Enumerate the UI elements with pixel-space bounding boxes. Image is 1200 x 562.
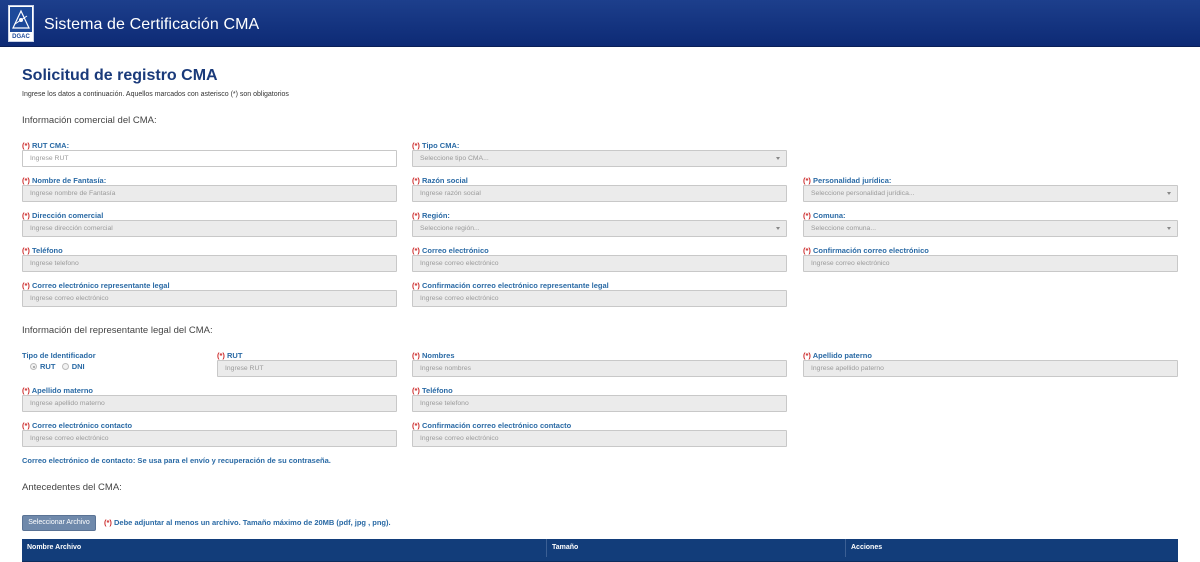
nombres-input[interactable]: Ingrese nombres xyxy=(412,360,787,377)
label-correo: (*) Correo electrónico xyxy=(412,246,489,255)
files-table-header: Nombre Archivo Tamaño Acciones xyxy=(22,539,1178,562)
app-title: Sistema de Certificación CMA xyxy=(44,16,260,33)
page-title: Solicitud de registro CMA xyxy=(22,67,218,84)
correo-input[interactable]: Ingrese correo electrónico xyxy=(412,255,787,272)
label-rut-cma: (*) RUT CMA: xyxy=(22,141,70,150)
column-header-file-name[interactable]: Nombre Archivo xyxy=(22,539,547,557)
razon-social-input[interactable]: Ingrese razón social xyxy=(412,185,787,202)
tipo-cma-select[interactable]: Seleccione tipo CMA... xyxy=(412,150,787,167)
radio-rut[interactable]: RUT xyxy=(30,362,55,371)
radio-dni[interactable]: DNI xyxy=(61,362,85,371)
radio-unchecked-icon xyxy=(61,363,69,370)
rut-input[interactable]: Ingrese RUT xyxy=(217,360,397,377)
contact-email-note: Correo electrónico de contacto: Se usa p… xyxy=(22,456,331,465)
radio-checked-icon xyxy=(30,363,37,370)
label-apellido-materno: (*) Apellido materno xyxy=(22,386,93,395)
apellido-materno-input[interactable]: Ingrese apellido materno xyxy=(22,395,397,412)
label-confirmacion-correo-rep-legal: (*) Confirmación correo electrónico repr… xyxy=(412,281,609,290)
tipo-identificador-radio-group: RUT DNI xyxy=(30,362,85,371)
nombre-fantasia-input[interactable]: Ingrese nombre de Fantasía xyxy=(22,185,397,202)
label-tipo-identificador: Tipo de Identificador xyxy=(22,351,96,360)
chevron-down-icon xyxy=(1167,192,1171,195)
section-title-background: Antecedentes del CMA: xyxy=(22,482,122,493)
label-nombres: (*) Nombres xyxy=(412,351,455,360)
column-header-size[interactable]: Tamaño xyxy=(547,539,846,557)
label-personalidad-juridica: (*) Personalidad jurídica: xyxy=(803,176,892,185)
personalidad-juridica-select[interactable]: Seleccione personalidad jurídica... xyxy=(803,185,1178,202)
select-file-button[interactable]: Seleccionar Archivo xyxy=(22,515,96,531)
region-select[interactable]: Seleccione región... xyxy=(412,220,787,237)
confirmacion-correo-contacto-input[interactable]: Ingrese correo electrónico xyxy=(412,430,787,447)
label-region: (*) Región: xyxy=(412,211,450,220)
correo-contacto-input[interactable]: Ingrese correo electrónico xyxy=(22,430,397,447)
confirmacion-correo-input[interactable]: Ingrese correo electrónico xyxy=(803,255,1178,272)
label-nombre-fantasia: (*) Nombre de Fantasía: xyxy=(22,176,107,185)
label-razon-social: (*) Razón social xyxy=(412,176,468,185)
label-tipo-cma: (*) Tipo CMA: xyxy=(412,141,460,150)
section-title-commercial: Información comercial del CMA: xyxy=(22,115,157,126)
chevron-down-icon xyxy=(776,227,780,230)
label-rut: (*) RUT xyxy=(217,351,243,360)
label-telefono-rep: (*) Teléfono xyxy=(412,386,453,395)
label-direccion-comercial: (*) Dirección comercial xyxy=(22,211,104,220)
svg-text:DGAC: DGAC xyxy=(12,34,30,40)
chevron-down-icon xyxy=(776,157,780,160)
upload-note: (*) Debe adjuntar al menos un archivo. T… xyxy=(104,518,391,527)
label-confirmacion-correo: (*) Confirmación correo electrónico xyxy=(803,246,929,255)
section-title-legal-rep: Información del representante legal del … xyxy=(22,325,213,336)
label-correo-contacto: (*) Correo electrónico contacto xyxy=(22,421,133,430)
apellido-paterno-input[interactable]: Ingrese apellido paterno xyxy=(803,360,1178,377)
label-apellido-paterno: (*) Apellido paterno xyxy=(803,351,872,360)
label-confirmacion-correo-contacto: (*) Confirmación correo electrónico cont… xyxy=(412,421,572,430)
label-telefono: (*) Teléfono xyxy=(22,246,63,255)
chevron-down-icon xyxy=(1167,227,1171,230)
column-header-actions: Acciones xyxy=(851,544,883,551)
top-bar: DGAC Sistema de Certificación CMA xyxy=(0,0,1200,47)
comuna-select[interactable]: Seleccione comuna... xyxy=(803,220,1178,237)
confirmacion-correo-rep-legal-input[interactable]: Ingrese correo electrónico xyxy=(412,290,787,307)
rut-cma-input[interactable]: Ingrese RUT xyxy=(22,150,397,167)
label-comuna: (*) Comuna: xyxy=(803,211,846,220)
label-correo-rep-legal: (*) Correo electrónico representante leg… xyxy=(22,281,170,290)
direccion-comercial-input[interactable]: Ingrese dirección comercial xyxy=(22,220,397,237)
telefono-input[interactable]: Ingrese telefono xyxy=(22,255,397,272)
page-subtitle: Ingrese los datos a continuación. Aquell… xyxy=(22,91,289,98)
dgac-logo: DGAC xyxy=(8,5,34,42)
correo-rep-legal-input[interactable]: Ingrese correo electrónico xyxy=(22,290,397,307)
telefono-rep-input[interactable]: Ingrese telefono xyxy=(412,395,787,412)
